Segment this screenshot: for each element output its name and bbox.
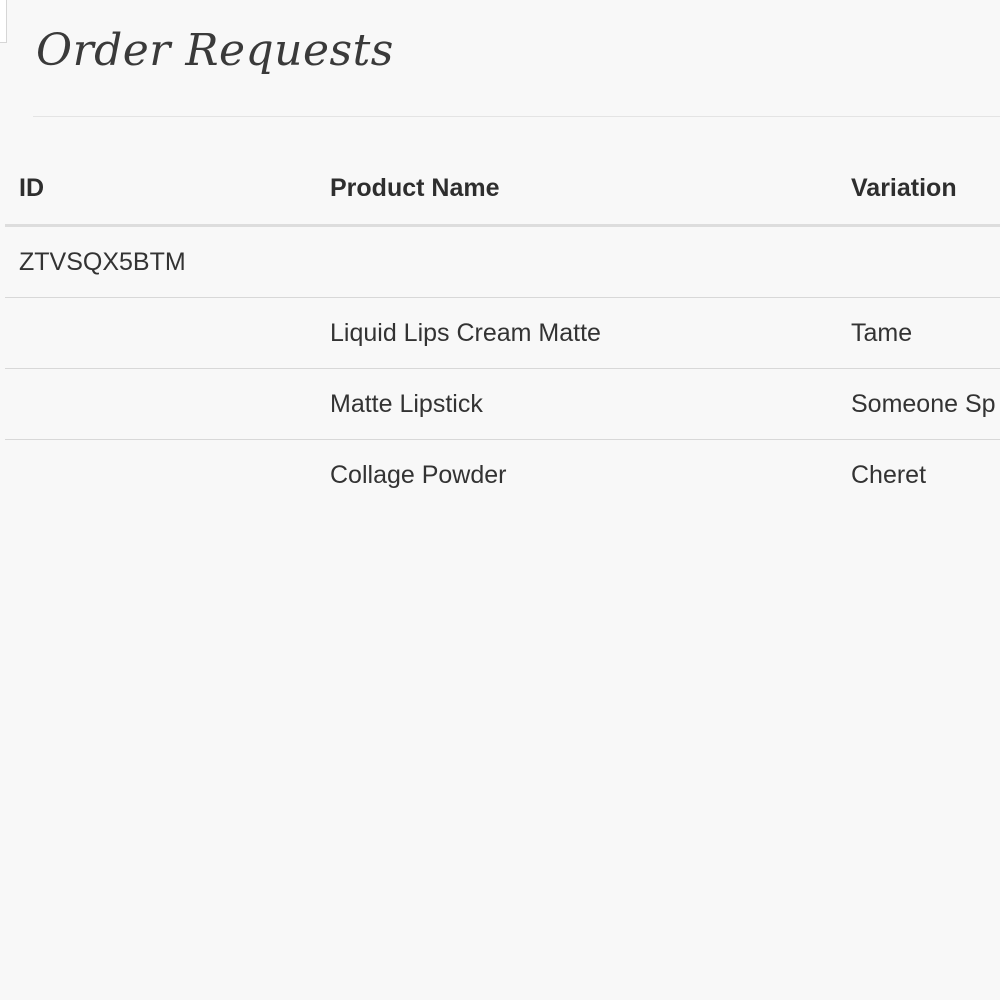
table-row[interactable]: Collage Powder Cheret [5, 440, 1000, 510]
column-header-product-name[interactable]: Product Name [330, 152, 499, 224]
title-divider [33, 116, 1000, 117]
product-name-cell: Matte Lipstick [330, 389, 483, 418]
order-requests-table: ID Product Name Variation ZTVSQX5BTM Liq… [5, 152, 1000, 510]
table-row[interactable]: Liquid Lips Cream Matte Tame [5, 298, 1000, 369]
page-title: Order Requests [36, 25, 394, 76]
table-header-row: ID Product Name Variation [5, 152, 1000, 227]
product-name-cell: Collage Powder [330, 460, 507, 489]
product-name-cell: Liquid Lips Cream Matte [330, 318, 601, 347]
window-corner-frame [0, 0, 7, 43]
order-id-cell: ZTVSQX5BTM [19, 247, 186, 276]
variation-cell: Cheret [851, 460, 927, 489]
column-header-id[interactable]: ID [19, 152, 44, 224]
column-header-variation[interactable]: Variation [851, 152, 957, 224]
table-row[interactable]: Matte Lipstick Someone Sp [5, 369, 1000, 440]
variation-cell: Tame [851, 318, 913, 347]
table-row[interactable]: ZTVSQX5BTM [5, 227, 1000, 298]
variation-cell: Someone Sp [851, 389, 996, 418]
